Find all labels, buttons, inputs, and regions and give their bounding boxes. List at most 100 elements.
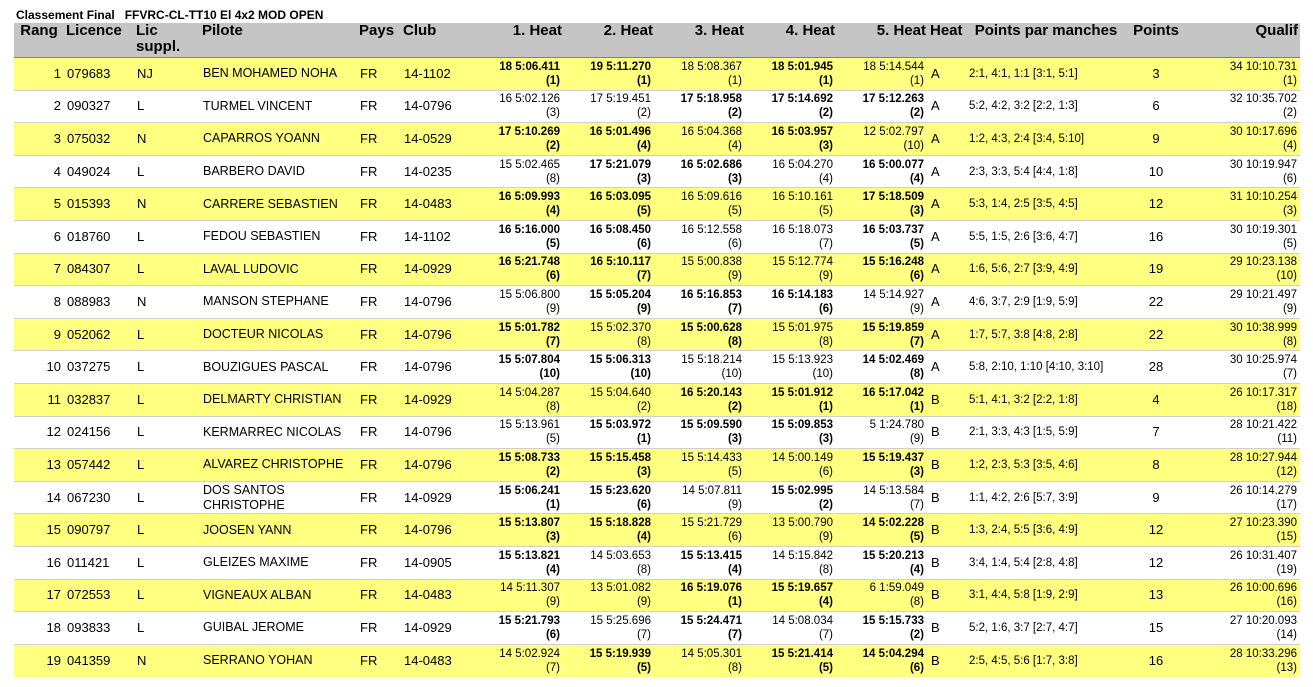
pilote-cell: CARRERE SEBASTIEN [200,187,357,221]
pays-cell: FR [357,187,401,221]
heat-result: 12 5:02.797 [863,125,924,138]
heat-result: 16 5:03.095 [589,191,651,204]
heat-1-cell: 15 5:13.821 (4) [471,545,564,579]
licence-cell: 090327 [64,89,134,123]
licence-cell: 037275 [64,350,134,384]
heat-5-cell: 16 5:17.042 (1) [837,382,928,417]
pays-cell: FR [357,285,401,319]
header-pilote: Pilote [200,23,357,58]
header-club: Club [401,23,471,58]
heat-position: (6) [545,270,560,283]
header-heat: Heat [928,23,966,58]
heat-position: (2) [545,139,560,152]
heat-4-cell: 16 5:03.957 (3) [746,122,837,156]
heat-group-cell: B [928,643,966,677]
heat-position: (1) [636,433,651,446]
heat-position: (9) [727,270,742,283]
heat-5-cell: 12 5:02.797 (10) [837,122,928,156]
club-cell: 14-1102 [401,57,471,91]
heat-result: 15 5:19.859 [862,321,924,334]
table-row: 15 090797 L JOOSEN YANN FR 14-0796 15 5:13.807… [14,513,1300,547]
rang-cell: 8 [14,285,64,319]
heat-result: 16 5:10.161 [772,191,833,204]
heat-result: 15 5:19.437 [862,451,924,464]
heat-2-cell: 15 5:19.939 (5) [564,643,655,677]
points-par-manches-cell: 2:3, 3:3, 5:4 [4:4, 1:8] [966,154,1126,188]
qualif-position: (11) [1277,433,1297,446]
heat-1-cell: 16 5:16.000 (5) [471,219,564,254]
heat-position: (5) [545,433,560,446]
heat-3-cell: 16 5:02.686 (3) [655,154,746,188]
heat-result: 16 5:21.748 [498,256,560,269]
heat-position: (6) [636,237,651,250]
qualif-result: 28 10:27.944 [1229,451,1297,464]
heat-result: 17 5:10.269 [498,125,560,138]
heat-2-cell: 16 5:01.496 (4) [564,122,655,156]
heat-4-cell: 15 5:01.912 (1) [746,382,837,417]
heat-1-cell: 15 5:13.961 (5) [471,415,564,449]
points-par-manches-cell: 3:4, 1:4, 5:4 [2:8, 4:8] [966,545,1126,579]
points-cell: 7 [1126,415,1186,449]
heat-3-cell: 14 5:05.301 (8) [655,643,746,677]
points-par-manches-cell: 1:6, 5:6, 2:7 [3:9, 4:9] [966,252,1126,286]
heat-result: 17 5:18.509 [862,191,924,204]
qualif-position: (13) [1276,661,1297,674]
heat-result: 15 5:18.828 [589,517,651,530]
header-heat-1: 1. Heat [471,23,564,58]
heat-2-cell: 15 5:18.828 (4) [564,513,655,547]
heat-position: (1) [818,74,833,87]
table-row: 11 032837 L DELMARTY CHRISTIAN FR 14-0929 14 5… [14,382,1300,417]
heat-result: 15 5:02.370 [590,321,651,334]
qualif-result: 30 10:19.947 [1229,158,1297,171]
pays-cell: FR [357,578,401,612]
heat-result: 16 5:19.076 [680,582,742,595]
heat-group-cell: A [928,57,966,91]
pilote-cell: JOOSEN YANN [200,513,357,547]
header-heat-2: 2. Heat [564,23,655,58]
points-cell: 10 [1126,154,1186,188]
heat-4-cell: 15 5:13.923 (10) [746,350,837,384]
qualif-cell: 26 10:14.279 (17) [1186,480,1300,514]
heat-5-cell: 17 5:18.509 (3) [837,187,928,221]
heat-1-cell: 14 5:11.307 (9) [471,578,564,612]
heat-result: 15 5:07.804 [498,354,560,367]
heat-result: 13 5:00.790 [772,517,833,530]
heat-result: 15 5:06.313 [589,354,651,367]
table-row: 1 079683 NJ BEN MOHAMED NOHA FR 14-1102 18 5:0… [14,57,1300,91]
heat-result: 16 5:10.117 [590,256,651,269]
heat-4-cell: 14 5:00.149 (6) [746,448,837,482]
heat-position: (7) [909,335,924,348]
heat-result: 15 5:12.774 [772,256,833,269]
heat-position: (1) [727,74,742,87]
heat-position: (9) [636,596,651,609]
table-row: 3 075032 N CAPARROS YOANN FR 14-0529 17 5:10.2… [14,122,1300,156]
heat-position: (7) [727,628,742,641]
heat-result: 17 5:19.451 [590,93,651,106]
heat-position: (1) [545,74,560,87]
pays-cell: FR [357,611,401,645]
licence-cell: 041359 [64,643,134,677]
club-cell: 14-0483 [401,643,471,677]
points-par-manches-cell: 5:3, 1:4, 2:5 [3:5, 4:5] [966,187,1126,221]
heat-position: (9) [545,596,560,609]
licence-cell: 067230 [64,480,134,514]
points-cell: 12 [1126,545,1186,579]
heat-position: (8) [818,335,833,348]
pays-cell: FR [357,252,401,286]
lic-suppl-cell: N [134,285,200,319]
heat-position: (2) [818,107,833,120]
heat-position: (3) [727,433,742,446]
heat-group-cell: B [928,480,966,514]
qualif-result: 27 10:20.093 [1229,614,1297,627]
points-cell: 3 [1126,57,1186,91]
heat-result: 15 5:13.923 [772,354,833,367]
heat-position: (9) [818,531,833,544]
rang-cell: 1 [14,57,64,91]
licence-cell: 090797 [64,513,134,547]
heat-4-cell: 17 5:14.692 (2) [746,89,837,123]
table-row: 13 057442 L ALVAREZ CHRISTOPHE FR 14-0796 15 5… [14,448,1300,482]
heat-position: (6) [636,498,651,511]
qualif-cell: 28 10:27.944 (12) [1186,448,1300,482]
heat-position: (4) [909,172,924,185]
heat-5-cell: 17 5:12.263 (2) [837,89,928,123]
